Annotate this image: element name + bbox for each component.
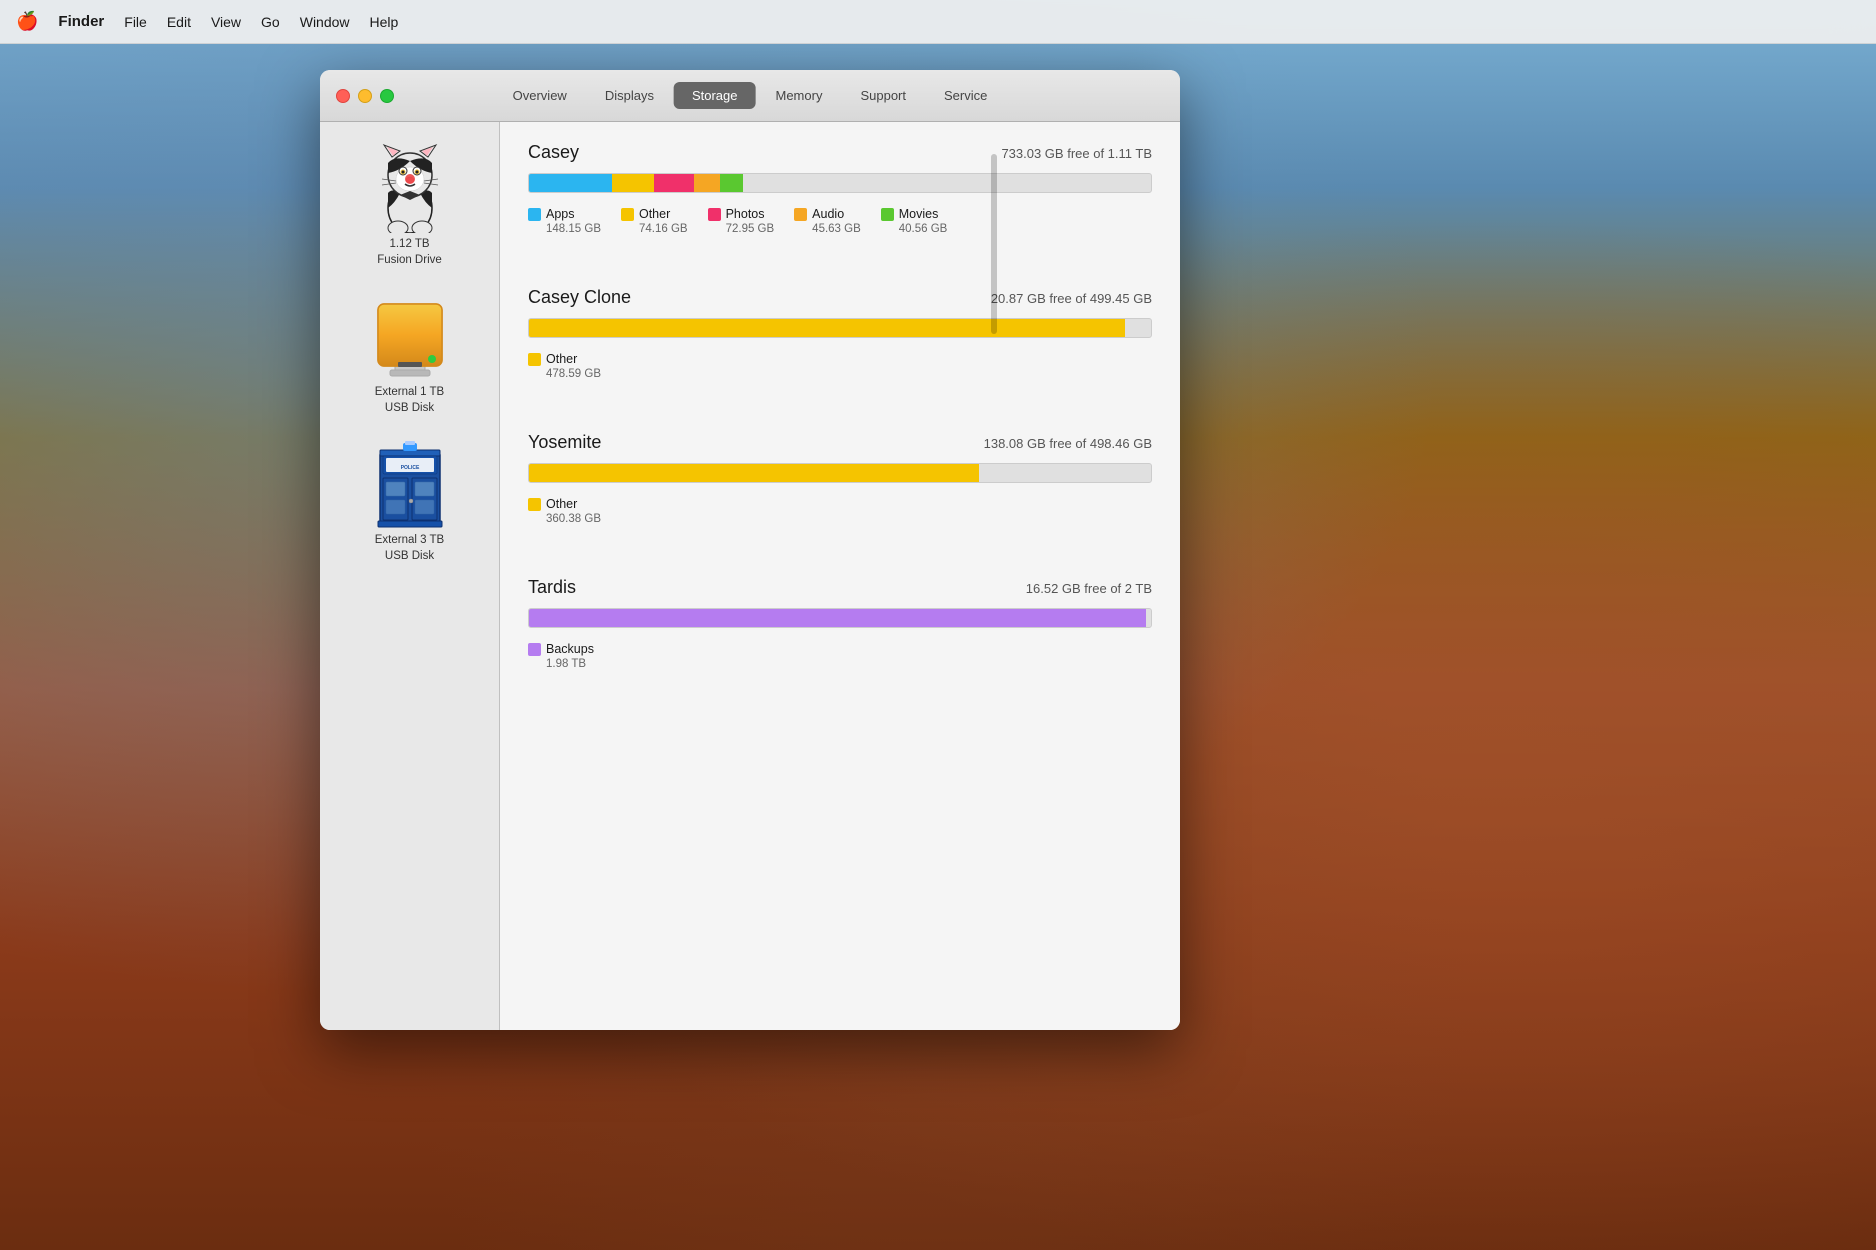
content-area: Casey 733.03 GB free of 1.11 TB Apps 148.… — [500, 122, 1180, 1030]
legend-color-swatch — [881, 208, 894, 221]
sidebar-item-casey[interactable]: 1.12 TB Fusion Drive — [320, 134, 499, 282]
casey-clone-legend: Other 478.59 GB — [528, 352, 1152, 380]
legend-color-swatch — [528, 353, 541, 366]
legend-segment-name: Photos — [726, 207, 765, 221]
legend-color-swatch — [794, 208, 807, 221]
menu-help[interactable]: Help — [370, 14, 399, 30]
tardis-section: Tardis 16.52 GB free of 2 TB Backups 1.98… — [528, 577, 1152, 670]
bar-segment-other — [529, 319, 1125, 337]
legend-segment-name: Movies — [899, 207, 939, 221]
bar-segment-other — [612, 174, 654, 192]
sidebar: 1.12 TB Fusion Drive — [320, 122, 500, 1030]
menu-edit[interactable]: Edit — [167, 14, 191, 30]
legend-segment-name: Other — [546, 497, 577, 511]
tab-support[interactable]: Support — [842, 82, 924, 109]
hdd-icon — [370, 296, 450, 376]
legend-item-other: Other 478.59 GB — [528, 352, 601, 380]
menu-file[interactable]: File — [124, 14, 147, 30]
legend-color-swatch — [621, 208, 634, 221]
legend-item-other: Other 74.16 GB — [621, 207, 688, 235]
casey-clone-free: 20.87 GB free of 499.45 GB — [991, 291, 1152, 306]
minimize-button[interactable] — [358, 89, 372, 103]
tab-service[interactable]: Service — [926, 82, 1005, 109]
legend-segment-size: 72.95 GB — [708, 223, 775, 235]
maximize-button[interactable] — [380, 89, 394, 103]
scrollbar-thumb[interactable] — [991, 154, 997, 334]
casey-section: Casey 733.03 GB free of 1.11 TB Apps 148.… — [528, 142, 1152, 235]
casey-title: Casey — [528, 142, 579, 163]
legend-segment-name: Other — [546, 352, 577, 366]
yosemite-free: 138.08 GB free of 498.46 GB — [984, 436, 1152, 451]
bar-segment-apps — [529, 174, 612, 192]
tab-overview[interactable]: Overview — [495, 82, 585, 109]
legend-item-movies: Movies 40.56 GB — [881, 207, 948, 235]
apple-menu-icon[interactable]: 🍎 — [16, 11, 38, 32]
legend-item-other: Other 360.38 GB — [528, 497, 601, 525]
legend-segment-size: 148.15 GB — [528, 223, 601, 235]
app-name: Finder — [58, 13, 104, 30]
legend-segment-size: 45.63 GB — [794, 223, 861, 235]
legend-segment-name: Audio — [812, 207, 844, 221]
about-this-mac-window: Overview Displays Storage Memory Support… — [320, 70, 1180, 1030]
yosemite-legend: Other 360.38 GB — [528, 497, 1152, 525]
legend-segment-size: 478.59 GB — [528, 368, 601, 380]
tardis-free: 16.52 GB free of 2 TB — [1026, 581, 1152, 596]
legend-segment-name: Other — [639, 207, 670, 221]
legend-color-swatch — [528, 208, 541, 221]
menu-view[interactable]: View — [211, 14, 241, 30]
bar-segment-audio — [694, 174, 720, 192]
legend-segment-size: 360.38 GB — [528, 513, 601, 525]
tardis-icon: POLICE — [370, 444, 450, 524]
casey-storage-bar — [528, 173, 1152, 193]
tardis-title: Tardis — [528, 577, 576, 598]
legend-item-photos: Photos 72.95 GB — [708, 207, 775, 235]
legend-item-audio: Audio 45.63 GB — [794, 207, 861, 235]
casey-clone-title: Casey Clone — [528, 287, 631, 308]
legend-item-apps: Apps 148.15 GB — [528, 207, 601, 235]
close-button[interactable] — [336, 89, 350, 103]
tab-storage[interactable]: Storage — [674, 82, 756, 109]
yosemite-title: Yosemite — [528, 432, 601, 453]
tardis-bar — [528, 608, 1152, 628]
external1tb-label: External 1 TB USB Disk — [375, 384, 444, 416]
legend-color-swatch — [528, 643, 541, 656]
legend-item-backups: Backups 1.98 TB — [528, 642, 594, 670]
menu-window[interactable]: Window — [300, 14, 350, 30]
casey-legend: Apps 148.15 GB Other 74.16 GB Photos 72.95 GB… — [528, 207, 1152, 235]
window-content: 1.12 TB Fusion Drive — [320, 122, 1180, 1030]
menu-bar: 🍎 Finder File Edit View Go Window Help — [0, 0, 1876, 44]
bar-segment-other — [529, 464, 979, 482]
menu-go[interactable]: Go — [261, 14, 280, 30]
yosemite-bar — [528, 463, 1152, 483]
sylvester-icon — [370, 148, 450, 228]
svg-text:POLICE: POLICE — [400, 465, 419, 471]
legend-color-swatch — [708, 208, 721, 221]
sidebar-item-tardis[interactable]: POLICE — [320, 430, 499, 578]
window-title-bar: Overview Displays Storage Memory Support… — [320, 70, 1180, 122]
tardis-legend: Backups 1.98 TB — [528, 642, 1152, 670]
legend-segment-size: 1.98 TB — [528, 658, 594, 670]
tab-memory[interactable]: Memory — [758, 82, 841, 109]
legend-segment-name: Apps — [546, 207, 575, 221]
bar-segment-backups — [529, 609, 1146, 627]
casey-clone-bar — [528, 318, 1152, 338]
tab-bar: Overview Displays Storage Memory Support… — [495, 82, 1006, 109]
tab-displays[interactable]: Displays — [587, 82, 672, 109]
yosemite-section: Yosemite 138.08 GB free of 498.46 GB Oth… — [528, 432, 1152, 525]
casey-free: 733.03 GB free of 1.11 TB — [1001, 146, 1152, 161]
casey-clone-section: Casey Clone 20.87 GB free of 499.45 GB O… — [528, 287, 1152, 380]
legend-segment-name: Backups — [546, 642, 594, 656]
bar-segment-movies — [720, 174, 743, 192]
casey-drive-label: 1.12 TB Fusion Drive — [377, 236, 442, 268]
tardis-label: External 3 TB USB Disk — [375, 532, 444, 564]
sidebar-item-external1tb[interactable]: External 1 TB USB Disk — [320, 282, 499, 430]
legend-segment-size: 40.56 GB — [881, 223, 948, 235]
legend-segment-size: 74.16 GB — [621, 223, 688, 235]
bar-segment-photos — [654, 174, 695, 192]
legend-color-swatch — [528, 498, 541, 511]
